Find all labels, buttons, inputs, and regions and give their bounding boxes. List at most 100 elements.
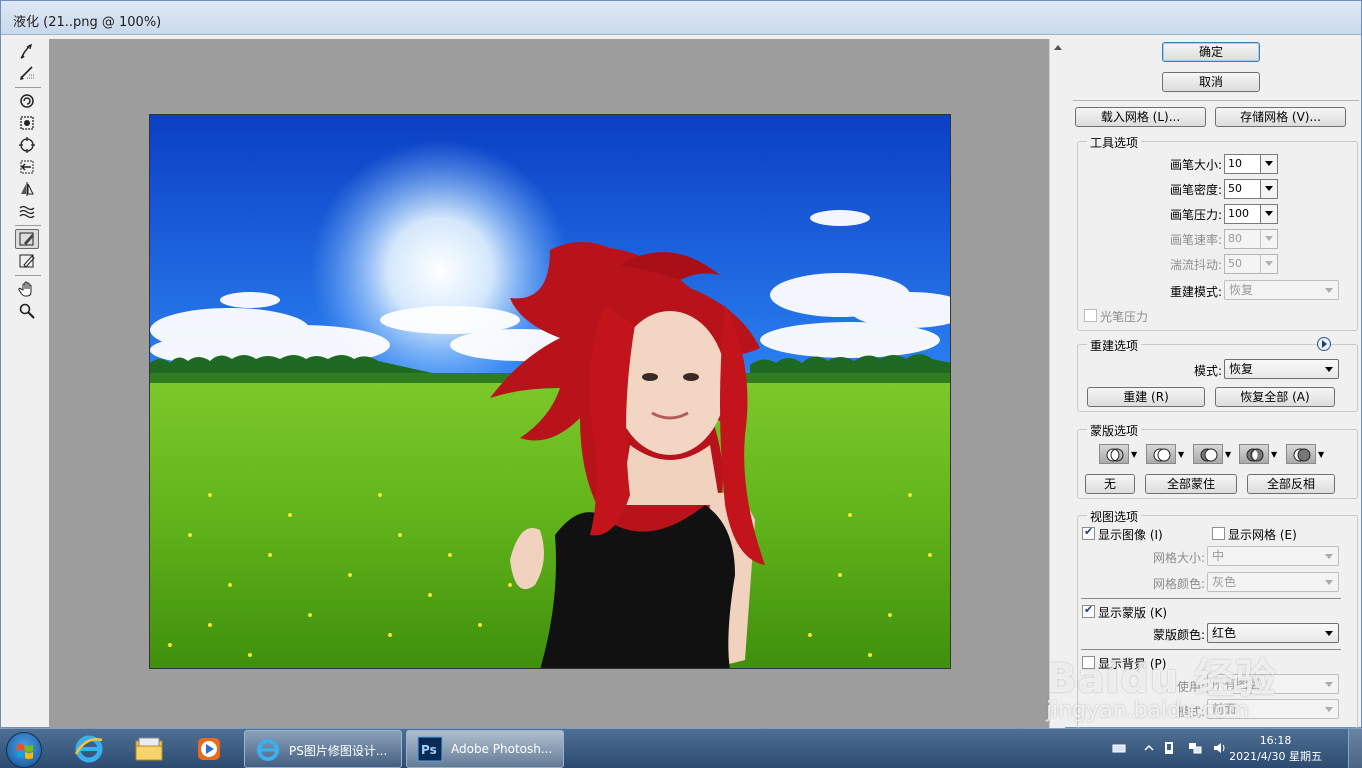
taskbar-photoshop-task[interactable]: Ps Adobe Photosh... [406,730,564,768]
title-bar[interactable]: 液化 (21..png @ 100%) [1,1,1361,35]
brush-density-field[interactable]: 50 [1224,179,1278,199]
show-image-checkbox[interactable] [1082,525,1095,540]
chevron-down-icon[interactable] [1260,205,1277,223]
photoshop-icon: Ps [417,736,443,762]
file-explorer-icon[interactable] [122,731,176,767]
vertical-scrollbar[interactable] [1049,39,1065,729]
volume-icon[interactable] [1212,741,1226,755]
chevron-down-icon [1260,230,1277,248]
hand-tool-icon[interactable] [15,279,39,299]
subtract-from-selection-icon[interactable] [1193,444,1223,464]
start-button[interactable] [6,732,42,768]
restore-all-button[interactable]: 恢复全部 (A) [1215,387,1335,407]
chevron-down-icon[interactable]: ▼ [1178,450,1184,459]
chevron-down-icon[interactable]: ▼ [1131,450,1137,459]
forward-warp-tool-icon[interactable] [15,41,39,61]
reconstruct-mode-select-label: 模式: [1193,364,1222,378]
push-left-tool-icon[interactable] [15,157,39,177]
media-player-icon[interactable] [182,731,236,767]
stylus-pressure-checkbox [1084,309,1097,322]
windows-logo-icon [17,744,33,759]
invert-all-button[interactable]: 全部反相 [1247,474,1335,494]
system-clock[interactable]: 16:18 2021/4/30 星期五 [1229,733,1322,765]
reconstruct-mode-select: 恢复 [1224,280,1339,300]
show-mesh-checkbox[interactable] [1212,527,1225,540]
intersect-selection-icon[interactable] [1239,444,1269,464]
add-to-selection-icon[interactable] [1146,444,1176,464]
use-select: 所有图层 [1207,674,1339,694]
mask-none-button[interactable]: 无 [1085,474,1135,494]
mesh-color-label: 网格颜色: [1152,577,1205,591]
mesh-size-select: 中 [1207,546,1339,566]
options-panel: 确定 取消 载入网格 (L)... 存储网格 (V)... 工具选项 画笔大小:… [1067,37,1361,729]
internet-explorer-icon[interactable] [62,731,116,767]
reconstruct-options-title: 重建选项 [1087,337,1142,354]
turbulence-tool-icon[interactable] [15,201,39,221]
replace-selection-icon[interactable] [1099,444,1129,464]
chevron-down-icon[interactable]: ▼ [1318,450,1324,459]
scroll-up-icon[interactable] [1054,45,1062,50]
show-backdrop-checkbox[interactable] [1082,656,1095,669]
brush-rate-label: 画笔速率: [1169,233,1222,247]
save-mesh-button[interactable]: 存储网格 (V)... [1215,107,1346,127]
reconstruct-tool-icon[interactable] [15,63,39,83]
view-options-title: 视图选项 [1087,508,1142,525]
turbulent-jitter-field: 50 [1224,254,1278,274]
tool-options-title: 工具选项 [1087,134,1142,151]
play-icon[interactable] [1317,337,1331,351]
clock-date: 2021/4/30 星期五 [1229,750,1322,763]
taskbar: PS图片修图设计... Ps Adobe Photosh... 16:18 20… [0,728,1362,768]
mask-all-button[interactable]: 全部蒙住 [1145,474,1237,494]
pucker-tool-icon[interactable] [15,113,39,133]
show-hidden-icons-icon[interactable] [1142,741,1156,755]
device-icon[interactable] [1162,741,1176,755]
window-title: 液化 (21..png @ 100%) [13,15,162,30]
use-label: 使用: [1176,680,1205,694]
backdrop-mode-select: 前面 [1207,699,1339,719]
load-mesh-button[interactable]: 载入网格 (L)... [1075,107,1206,127]
mask-options-title: 蒙版选项 [1087,422,1142,439]
tool-palette [7,37,45,727]
stylus-pressure-label: 光笔压力 [1100,310,1149,324]
mesh-color-select: 灰色 [1207,572,1339,592]
freeze-mask-tool-icon[interactable] [15,229,39,249]
show-mesh-label: 显示网格 (E) [1228,528,1297,542]
reconstruct-options-mode-select[interactable]: 恢复 [1224,359,1339,379]
invert-selection-icon[interactable] [1286,444,1316,464]
cancel-button[interactable]: 取消 [1162,72,1260,92]
show-mask-label: 显示蒙版 (K) [1098,606,1168,620]
taskbar-task-label: PS图片修图设计... [289,744,388,758]
show-mask-checkbox[interactable] [1082,603,1095,618]
thaw-mask-tool-icon[interactable] [15,251,39,271]
keyboard-icon[interactable] [1112,741,1126,755]
preview-image[interactable] [149,114,951,669]
chevron-down-icon[interactable]: ▼ [1225,450,1231,459]
chevron-down-icon[interactable] [1260,180,1277,198]
brush-pressure-field[interactable]: 100 [1224,204,1278,224]
svg-text:Ps: Ps [421,743,437,757]
ok-button[interactable]: 确定 [1162,42,1260,62]
internet-explorer-icon [257,739,279,761]
reconstruct-mode-label: 重建模式: [1169,285,1222,299]
show-desktop-button[interactable] [1348,729,1362,768]
network-icon[interactable] [1188,741,1202,755]
reconstruct-button[interactable]: 重建 (R) [1087,387,1205,407]
chevron-down-icon [1260,255,1277,273]
zoom-tool-icon[interactable] [15,301,39,321]
backdrop-mode-label: 模式: [1176,705,1205,719]
mask-color-select[interactable]: 红色 [1207,623,1339,643]
chevron-down-icon[interactable] [1260,155,1277,173]
liquify-dialog: 液化 (21..png @ 100%) 确定 取消 载入网格 (L)... 存储… [0,0,1362,729]
bloat-tool-icon[interactable] [15,135,39,155]
brush-pressure-label: 画笔压力: [1169,208,1222,222]
show-backdrop-label: 显示背景 (P) [1098,657,1167,671]
turbulent-jitter-label: 湍流抖动: [1169,258,1222,272]
brush-rate-field: 80 [1224,229,1278,249]
clock-time: 16:18 [1259,734,1292,747]
mirror-tool-icon[interactable] [15,179,39,199]
preview-canvas[interactable] [49,39,1049,729]
twirl-clockwise-tool-icon[interactable] [15,91,39,111]
brush-size-field[interactable]: 10 [1224,154,1278,174]
taskbar-browser-task[interactable]: PS图片修图设计... [244,730,402,768]
chevron-down-icon[interactable]: ▼ [1271,450,1277,459]
